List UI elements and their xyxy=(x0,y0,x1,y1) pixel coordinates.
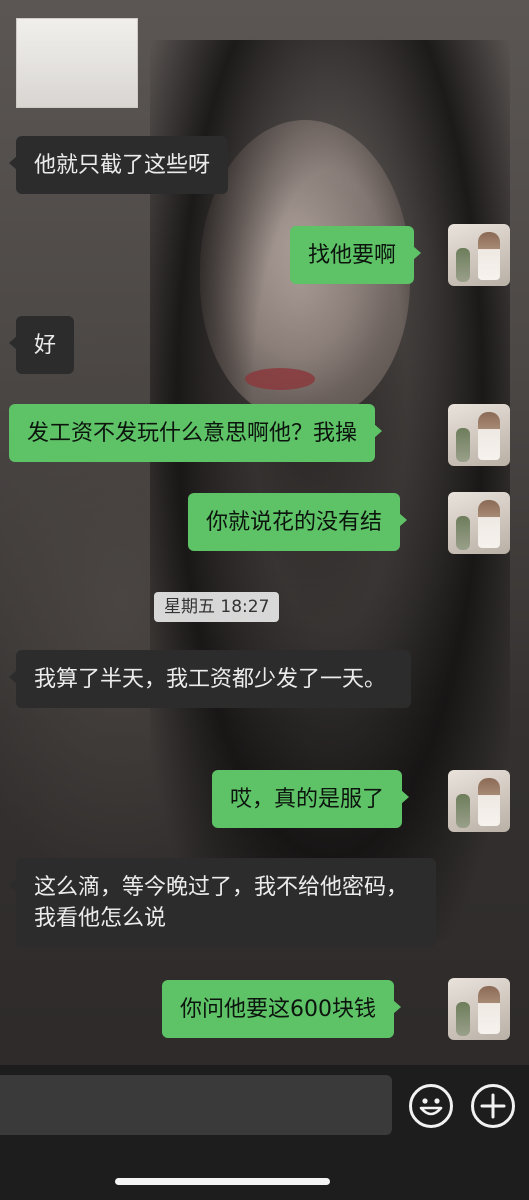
message-bubble-sent[interactable]: 你问他要这600块钱 xyxy=(162,980,401,1038)
avatar-figure xyxy=(478,500,500,548)
message-bubble-received[interactable]: 我算了半天，我工资都少发了一天。 xyxy=(9,650,411,708)
self-avatar[interactable] xyxy=(448,492,510,554)
message-bubble-sent[interactable]: 你就说花的没有结 xyxy=(188,493,408,551)
self-avatar[interactable] xyxy=(448,404,510,466)
background-lips xyxy=(245,368,315,390)
message-input[interactable] xyxy=(0,1075,392,1135)
self-avatar[interactable] xyxy=(448,770,510,832)
message-bubble-sent[interactable]: 哎，真的是服了 xyxy=(212,770,410,828)
self-avatar[interactable] xyxy=(448,224,510,286)
avatar-figure xyxy=(478,778,500,826)
message-bubble-received[interactable]: 好 xyxy=(8,316,75,374)
self-avatar[interactable] xyxy=(448,978,510,1040)
smile-icon[interactable] xyxy=(409,1084,453,1128)
avatar-plant xyxy=(456,248,470,282)
image-message-thumbnail[interactable] xyxy=(16,18,138,108)
chat-timestamp: 星期五 18:27 xyxy=(154,592,280,622)
plus-icon[interactable] xyxy=(471,1084,515,1128)
avatar-figure xyxy=(478,412,500,460)
avatar-plant xyxy=(456,428,470,462)
avatar-plant xyxy=(456,794,470,828)
message-bubble-sent[interactable]: 发工资不发玩什么意思啊他？我操 xyxy=(9,404,383,462)
avatar-plant xyxy=(456,1002,470,1036)
home-indicator[interactable] xyxy=(115,1178,330,1185)
avatar-figure xyxy=(478,986,500,1034)
message-bubble-received[interactable]: 这么滴，等今晚过了，我不给他密码，我看他怎么说 xyxy=(9,858,436,947)
avatar-figure xyxy=(478,232,500,280)
avatar-plant xyxy=(456,516,470,550)
message-bubble-received[interactable]: 他就只截了这些呀 xyxy=(8,136,229,194)
message-bubble-sent[interactable]: 找他要啊 xyxy=(290,226,422,284)
